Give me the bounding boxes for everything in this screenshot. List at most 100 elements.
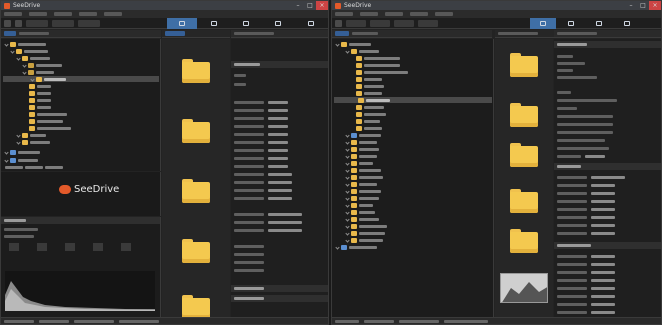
folder-thumbnail[interactable] — [182, 119, 210, 143]
tree-item[interactable] — [345, 230, 446, 236]
tab[interactable] — [45, 165, 63, 169]
tree-item[interactable] — [345, 132, 446, 138]
toolbar-button[interactable] — [26, 19, 48, 27]
minimize-icon[interactable]: – — [292, 1, 304, 10]
tree-item[interactable] — [356, 76, 456, 82]
section-header[interactable] — [554, 163, 661, 170]
tree-item[interactable] — [16, 132, 97, 138]
menu-item[interactable] — [385, 12, 403, 16]
tree-item[interactable] — [345, 188, 446, 194]
folders-tab[interactable] — [335, 31, 349, 36]
section-header[interactable] — [231, 285, 328, 292]
menu-item[interactable] — [360, 12, 378, 16]
tree-item[interactable] — [29, 118, 109, 124]
left-titlebar[interactable]: SeeDrive – □ × — [1, 1, 328, 10]
menu-item[interactable] — [435, 12, 453, 16]
menu-item[interactable] — [410, 12, 428, 16]
toolbar-button[interactable] — [370, 19, 390, 27]
tree-item[interactable] — [335, 41, 416, 47]
tree-item[interactable] — [345, 160, 446, 166]
folder-thumbnail[interactable] — [510, 53, 538, 77]
tree-item[interactable] — [345, 153, 446, 159]
mode-tab-edit[interactable] — [263, 18, 293, 29]
tool-icon[interactable] — [37, 243, 47, 251]
tree-item[interactable] — [345, 202, 446, 208]
section-header[interactable] — [554, 242, 661, 249]
tree-item[interactable] — [345, 167, 446, 173]
close-icon[interactable]: × — [649, 1, 661, 10]
mode-tab-view[interactable] — [558, 18, 584, 29]
tree-item-selected[interactable] — [3, 76, 159, 82]
toolbar-button[interactable] — [394, 19, 414, 27]
tree-item[interactable] — [22, 69, 103, 75]
tool-icon[interactable] — [121, 243, 131, 251]
tool-icon[interactable] — [93, 243, 103, 251]
tree-item[interactable] — [29, 104, 109, 110]
tree-item[interactable] — [345, 237, 446, 243]
tree-item[interactable] — [29, 111, 109, 117]
tree-item[interactable] — [345, 174, 446, 180]
tree-item[interactable] — [22, 62, 103, 68]
path-chip[interactable] — [165, 31, 185, 36]
minimize-icon[interactable]: – — [625, 1, 637, 10]
tree-item[interactable] — [345, 48, 426, 54]
tree-item[interactable] — [16, 55, 97, 61]
right-titlebar[interactable]: SeeDrive – □ × — [332, 1, 661, 10]
tree-item[interactable] — [345, 209, 446, 215]
tree-item[interactable] — [10, 48, 91, 54]
maximize-icon[interactable]: □ — [637, 1, 649, 10]
tree-item-selected[interactable] — [334, 97, 492, 103]
tab[interactable] — [5, 165, 23, 169]
folder-thumbnail[interactable] — [510, 229, 538, 253]
image-thumbnail[interactable] — [500, 273, 548, 303]
folder-thumbnail[interactable] — [182, 179, 210, 203]
tree-item[interactable] — [345, 139, 446, 145]
tree-item[interactable] — [345, 216, 446, 222]
tree-item[interactable] — [29, 125, 109, 131]
toolbar-icon[interactable] — [15, 19, 22, 27]
tree-item[interactable] — [356, 69, 456, 75]
tree-item[interactable] — [4, 41, 85, 47]
tab[interactable] — [25, 165, 43, 169]
tree-item[interactable] — [356, 55, 456, 61]
folders-tab[interactable] — [4, 31, 16, 36]
close-icon[interactable]: × — [316, 1, 328, 10]
tree-item[interactable] — [29, 90, 109, 96]
toolbar-button[interactable] — [52, 19, 74, 27]
menu-item[interactable] — [104, 12, 122, 16]
tree-item[interactable] — [356, 90, 456, 96]
tree-item[interactable] — [29, 83, 109, 89]
folder-thumbnail[interactable] — [510, 189, 538, 213]
tree-item[interactable] — [29, 97, 109, 103]
section-header[interactable] — [231, 61, 328, 68]
mode-tab-online[interactable] — [295, 18, 327, 29]
tree-item[interactable] — [356, 62, 456, 68]
folder-thumbnail[interactable] — [182, 295, 210, 318]
tool-icon[interactable] — [65, 243, 75, 251]
toolbar-button[interactable] — [78, 19, 100, 27]
mode-tab-manage[interactable] — [530, 18, 556, 29]
breadcrumb[interactable] — [19, 32, 49, 35]
tree-item[interactable] — [345, 195, 446, 201]
toolbar-button[interactable] — [346, 19, 366, 27]
tree-item[interactable] — [345, 181, 446, 187]
menu-item[interactable] — [4, 12, 22, 16]
mode-tab-manage[interactable] — [167, 18, 197, 29]
maximize-icon[interactable]: □ — [304, 1, 316, 10]
breadcrumb[interactable] — [352, 32, 378, 35]
toolbar-icon[interactable] — [335, 19, 342, 27]
tree-item[interactable] — [335, 244, 436, 250]
tree-item[interactable] — [356, 104, 456, 110]
tree-item[interactable] — [356, 83, 456, 89]
folder-thumbnail[interactable] — [510, 103, 538, 127]
tree-item[interactable] — [356, 118, 456, 124]
tree-item[interactable] — [4, 157, 85, 163]
mode-tab-edit[interactable] — [614, 18, 640, 29]
section-header[interactable] — [554, 41, 661, 48]
tree-item[interactable] — [345, 223, 446, 229]
folder-thumbnail[interactable] — [182, 239, 210, 263]
tree-item[interactable] — [4, 149, 85, 155]
tree-item[interactable] — [356, 125, 456, 131]
folder-thumbnail[interactable] — [510, 143, 538, 167]
tree-item[interactable] — [16, 139, 97, 145]
